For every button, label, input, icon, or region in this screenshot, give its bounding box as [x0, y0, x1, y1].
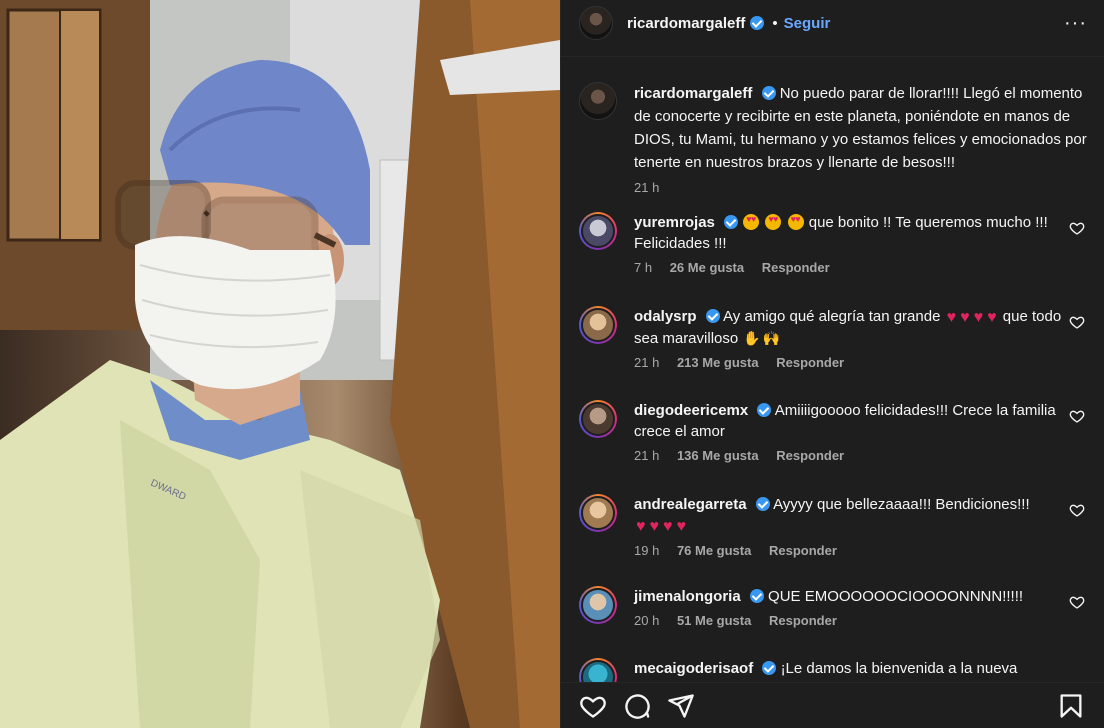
save-icon[interactable]	[1057, 692, 1085, 720]
reply-button[interactable]: Responder	[776, 448, 844, 463]
red-hearts-emoji: ♥ ♥ ♥ ♥	[946, 309, 997, 326]
commenter-avatar[interactable]	[579, 400, 617, 438]
comment-item: andrealegarreta Ayyyy que bellezaaaa!!! …	[579, 494, 1099, 559]
comment-username[interactable]: yuremrojas	[634, 214, 715, 231]
comment-time[interactable]: 21 h	[634, 448, 659, 463]
comment-text: Ayyyy que bellezaaaa!!! Bendiciones!!!	[773, 496, 1030, 513]
comment-username[interactable]: andrealegarreta	[634, 496, 747, 513]
like-icon[interactable]	[579, 692, 607, 720]
verified-icon	[705, 309, 720, 323]
verified-icon	[762, 661, 777, 675]
comments-panel: ricardomargaleff • Seguir ··· ricardomar…	[560, 0, 1104, 728]
red-hearts-emoji: ♥ ♥ ♥ ♥	[636, 518, 686, 535]
verified-icon	[724, 215, 739, 229]
comment-text: QUE EMOOOOOOCIOOOONNNN!!!!!	[768, 588, 1024, 605]
verified-icon	[749, 589, 764, 603]
separator-dot: •	[772, 14, 778, 32]
like-comment-icon[interactable]	[1069, 220, 1085, 236]
reply-button[interactable]: Responder	[776, 355, 844, 370]
comment-likes[interactable]: 213 Me gusta	[677, 355, 759, 370]
commenter-avatar[interactable]	[579, 658, 617, 682]
comment-item: jimenalongoria QUE EMOOOOOOCIOOOONNNN!!!…	[579, 586, 1099, 629]
verified-icon	[750, 16, 765, 30]
like-comment-icon[interactable]	[1069, 502, 1085, 518]
like-comment-icon[interactable]	[1069, 594, 1085, 610]
comment-time[interactable]: 7 h	[634, 260, 652, 275]
caption-time[interactable]: 21 h	[634, 180, 659, 195]
comments-list[interactable]: ricardomargaleff No puedo parar de llora…	[561, 70, 1104, 682]
commenter-avatar[interactable]	[579, 586, 617, 624]
comment-time[interactable]: 19 h	[634, 543, 659, 558]
commenter-avatar[interactable]	[579, 306, 617, 344]
comment-time[interactable]: 21 h	[634, 355, 659, 370]
verified-icon	[755, 497, 770, 511]
more-options-icon[interactable]: ···	[1064, 13, 1087, 33]
comment-likes[interactable]: 76 Me gusta	[677, 543, 751, 558]
comment-username[interactable]: odalysrp	[634, 308, 697, 325]
reply-button[interactable]: Responder	[762, 260, 830, 275]
post-photo[interactable]: DWARD	[0, 0, 560, 728]
comment-item: diegodeericemx Amiiiigooooo felicidades!…	[579, 400, 1099, 464]
reply-button[interactable]: Responder	[769, 543, 837, 558]
comment-username[interactable]: diegodeericemx	[634, 402, 748, 419]
heart-eyes-emoji	[742, 214, 804, 231]
verified-icon	[757, 403, 772, 417]
comment-icon[interactable]	[623, 692, 651, 720]
verified-icon	[761, 86, 776, 100]
follow-button[interactable]: Seguir	[784, 15, 831, 32]
comment-item: yuremrojas que bonito !! Te queremos muc…	[579, 212, 1099, 276]
comment-text: ¡Le damos la bienvenida a la nueva	[780, 660, 1018, 677]
author-username[interactable]: ricardomargaleff	[627, 15, 745, 32]
caption-avatar[interactable]	[579, 82, 617, 120]
author-avatar[interactable]	[579, 6, 613, 40]
comment-likes[interactable]: 51 Me gusta	[677, 613, 751, 628]
comment-item: odalysrp Ay amigo qué alegría tan grande…	[579, 306, 1099, 371]
like-comment-icon[interactable]	[1069, 408, 1085, 424]
comment-username[interactable]: mecaigoderisaof	[634, 660, 753, 677]
selfie-illustration: DWARD	[0, 0, 560, 728]
commenter-avatar[interactable]	[579, 494, 617, 532]
comment-likes[interactable]: 136 Me gusta	[677, 448, 759, 463]
post-viewer: DWARD ricardomargaleff • Seguir ··· rica…	[0, 0, 1104, 728]
comment-likes[interactable]: 26 Me gusta	[670, 260, 744, 275]
like-comment-icon[interactable]	[1069, 314, 1085, 330]
commenter-avatar[interactable]	[579, 212, 617, 250]
comment-item: mecaigoderisaof ¡Le damos la bienvenida …	[579, 658, 1099, 682]
post-actions	[561, 682, 1104, 728]
reply-button[interactable]: Responder	[769, 613, 837, 628]
comment-text: Ay amigo qué alegría tan grande	[723, 308, 941, 325]
header-divider	[561, 56, 1104, 57]
post-header: ricardomargaleff • Seguir ···	[561, 0, 1104, 46]
comment-time[interactable]: 20 h	[634, 613, 659, 628]
raised-hands-emoji: ✋ 🙌	[743, 330, 781, 346]
comment-username[interactable]: jimenalongoria	[634, 588, 741, 605]
share-icon[interactable]	[667, 692, 695, 720]
caption-username[interactable]: ricardomargaleff	[634, 85, 752, 102]
post-caption: ricardomargaleff No puedo parar de llora…	[579, 82, 1099, 196]
